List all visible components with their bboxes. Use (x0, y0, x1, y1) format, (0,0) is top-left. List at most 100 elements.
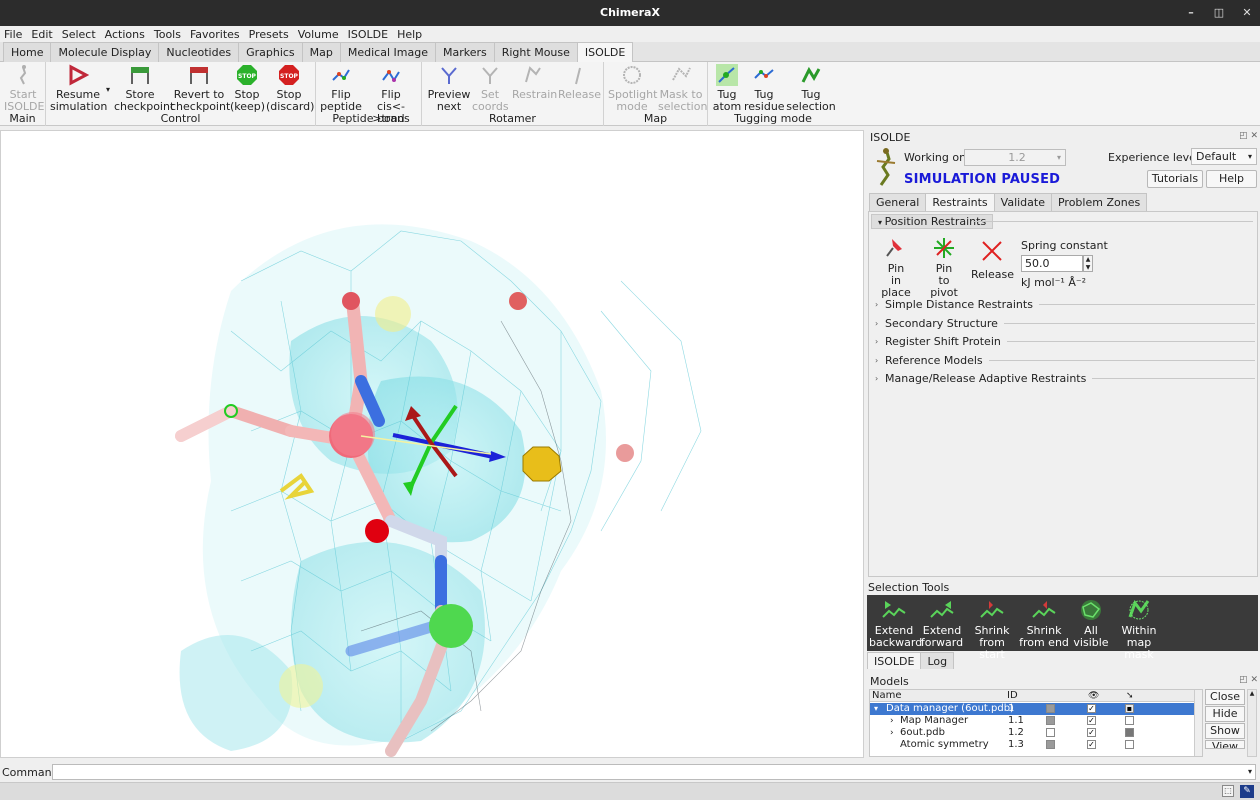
color-swatch[interactable] (1046, 704, 1055, 713)
shrink-from-start-button[interactable]: Shrink from start (965, 597, 1019, 661)
flip-peptide-button[interactable]: Flip peptide (320, 64, 362, 113)
hide-model-button[interactable]: Hide (1205, 706, 1245, 722)
tug-atom-button[interactable]: Tug atom (712, 64, 742, 113)
spin-arrows-icon[interactable]: ▲ ▼ (1083, 255, 1093, 272)
within-map-mask-button[interactable]: Within map mask (1111, 597, 1167, 661)
expand-arrow-icon[interactable]: ▾ (874, 703, 878, 715)
working-on-select[interactable]: 1.2 ▾ (964, 149, 1066, 166)
shown-checkbox[interactable]: ✓ (1087, 740, 1096, 749)
select-checkbox[interactable]: ▪ (1125, 704, 1134, 713)
close-model-button[interactable]: Close (1205, 689, 1245, 705)
extend-backward-button[interactable]: Extend backward (869, 597, 922, 649)
pin-in-place-button[interactable]: Pin in place (875, 236, 917, 299)
working-on-label: Working on: (904, 151, 970, 164)
maximize-icon[interactable]: ◫ (1212, 0, 1226, 26)
command-input[interactable]: ▾ (52, 764, 1256, 780)
shrink-from-end-button[interactable]: Shrink from end (1019, 597, 1069, 649)
tab-isolde[interactable]: ISOLDE (576, 42, 634, 63)
experience-level-select[interactable]: Default ▾ (1191, 148, 1257, 165)
color-swatch[interactable] (1046, 740, 1055, 749)
resume-simulation-button[interactable]: Resume simulation (50, 64, 107, 113)
select-mode-icon[interactable]: ⬚ (1222, 785, 1234, 797)
color-swatch[interactable] (1046, 728, 1055, 737)
menu-presets[interactable]: Presets (249, 28, 289, 41)
section-reference-models[interactable]: › Reference Models (875, 354, 1255, 367)
models-scrollbar[interactable] (1194, 690, 1202, 756)
all-visible-button[interactable]: All visible (1073, 597, 1109, 649)
menu-favorites[interactable]: Favorites (190, 28, 240, 41)
expand-arrow-icon[interactable]: › (890, 727, 894, 739)
tab-isolde-log[interactable]: ISOLDE (867, 652, 922, 669)
tab-right-mouse[interactable]: Right Mouse (493, 42, 578, 62)
pin-to-pivot-button[interactable]: Pin to pivot (923, 236, 965, 299)
tab-restraints[interactable]: Restraints (925, 193, 995, 211)
menu-volume[interactable]: Volume (298, 28, 339, 41)
revert-checkpoint-button[interactable]: Revert to checkpoint (170, 64, 230, 113)
select-checkbox[interactable] (1125, 740, 1134, 749)
menu-edit[interactable]: Edit (31, 28, 52, 41)
section-register-shift[interactable]: › Register Shift Protein (875, 335, 1255, 348)
model-row[interactable]: › 6out.pdb 1.2 ✓ (870, 727, 1202, 739)
tab-markers[interactable]: Markers (434, 42, 495, 62)
show-model-button[interactable]: Show (1205, 723, 1245, 739)
tab-general[interactable]: General (869, 193, 927, 211)
chevron-down-icon[interactable]: ▾ (1248, 765, 1252, 779)
tab-problem-zones[interactable]: Problem Zones (1050, 193, 1148, 211)
menu-file[interactable]: File (4, 28, 22, 41)
id-column-header[interactable]: ID (1007, 690, 1018, 702)
start-isolde-button[interactable]: Start ISOLDE (4, 64, 44, 113)
tab-log[interactable]: Log (920, 652, 955, 669)
store-checkpoint-button[interactable]: Store checkpoint (114, 64, 174, 113)
tug-residue-button[interactable]: Tug residue (744, 64, 785, 113)
restrain-button[interactable]: Restrain (512, 64, 557, 101)
release-restraint-button[interactable]: Release (971, 236, 1014, 281)
select-checkbox[interactable] (1125, 728, 1134, 737)
tutorials-button[interactable]: Tutorials (1147, 170, 1203, 188)
resume-dropdown-icon[interactable]: ▾ (104, 84, 112, 96)
stop-discard-button[interactable]: STOP Stop (discard) (266, 64, 314, 113)
panel-float-close-icons[interactable]: ◰ ✕ (1239, 131, 1258, 141)
tab-map[interactable]: Map (301, 42, 341, 62)
menu-actions[interactable]: Actions (105, 28, 145, 41)
section-secondary-structure[interactable]: › Secondary Structure (875, 317, 1255, 330)
tab-nucleotides[interactable]: Nucleotides (158, 42, 240, 62)
tab-graphics[interactable]: Graphics (238, 42, 303, 62)
tab-medical-image[interactable]: Medical Image (339, 42, 436, 62)
expand-arrow-icon[interactable]: › (890, 715, 894, 727)
tab-molecule-display[interactable]: Molecule Display (50, 42, 160, 62)
help-button[interactable]: Help (1206, 170, 1257, 188)
spring-constant-input[interactable]: 50.0 (1021, 255, 1083, 272)
panel-float-close-icons[interactable]: ◰ ✕ (1239, 675, 1258, 685)
minimize-icon[interactable]: – (1184, 0, 1198, 26)
tab-home[interactable]: Home (3, 42, 52, 62)
model-row[interactable]: ▾ Data manager (6out.pdb) 1 ✓ ▪ (870, 703, 1202, 715)
name-column-header[interactable]: Name (872, 690, 902, 702)
buttons-scrollbar[interactable]: ▲ (1247, 689, 1257, 757)
menu-help[interactable]: Help (397, 28, 422, 41)
shown-checkbox[interactable]: ✓ (1087, 728, 1096, 737)
menu-tools[interactable]: Tools (154, 28, 181, 41)
set-coords-button[interactable]: Set coords (472, 64, 509, 113)
tug-selection-button[interactable]: Tug selection (786, 64, 836, 113)
shown-checkbox[interactable]: ✓ (1087, 716, 1096, 725)
release-rotamer-button[interactable]: Release (558, 64, 601, 101)
model-row[interactable]: › Map Manager 1.1 ✓ (870, 715, 1202, 727)
view-model-button[interactable]: View (1205, 740, 1245, 749)
menu-select[interactable]: Select (62, 28, 96, 41)
menu-isolde[interactable]: ISOLDE (348, 28, 388, 41)
section-simple-distance[interactable]: › Simple Distance Restraints (875, 298, 1255, 311)
close-icon[interactable]: ✕ (1240, 0, 1254, 26)
pen-icon[interactable]: ✎ (1240, 785, 1254, 798)
shown-checkbox[interactable]: ✓ (1087, 704, 1096, 713)
select-checkbox[interactable] (1125, 716, 1134, 725)
tab-validate[interactable]: Validate (993, 193, 1052, 211)
graphics-viewport[interactable] (0, 130, 864, 758)
model-row[interactable]: Atomic symmetry 1.3 ✓ (870, 739, 1202, 751)
spotlight-mode-button[interactable]: Spotlight mode (608, 64, 657, 113)
mask-to-selection-button[interactable]: Mask to selection (658, 64, 707, 113)
color-swatch[interactable] (1046, 716, 1055, 725)
preview-next-button[interactable]: Preview next (426, 64, 472, 113)
stop-keep-button[interactable]: STOP Stop (keep) (230, 64, 265, 113)
section-adaptive-restraints[interactable]: › Manage/Release Adaptive Restraints (875, 372, 1255, 385)
extend-forward-button[interactable]: Extend forward (919, 597, 965, 649)
